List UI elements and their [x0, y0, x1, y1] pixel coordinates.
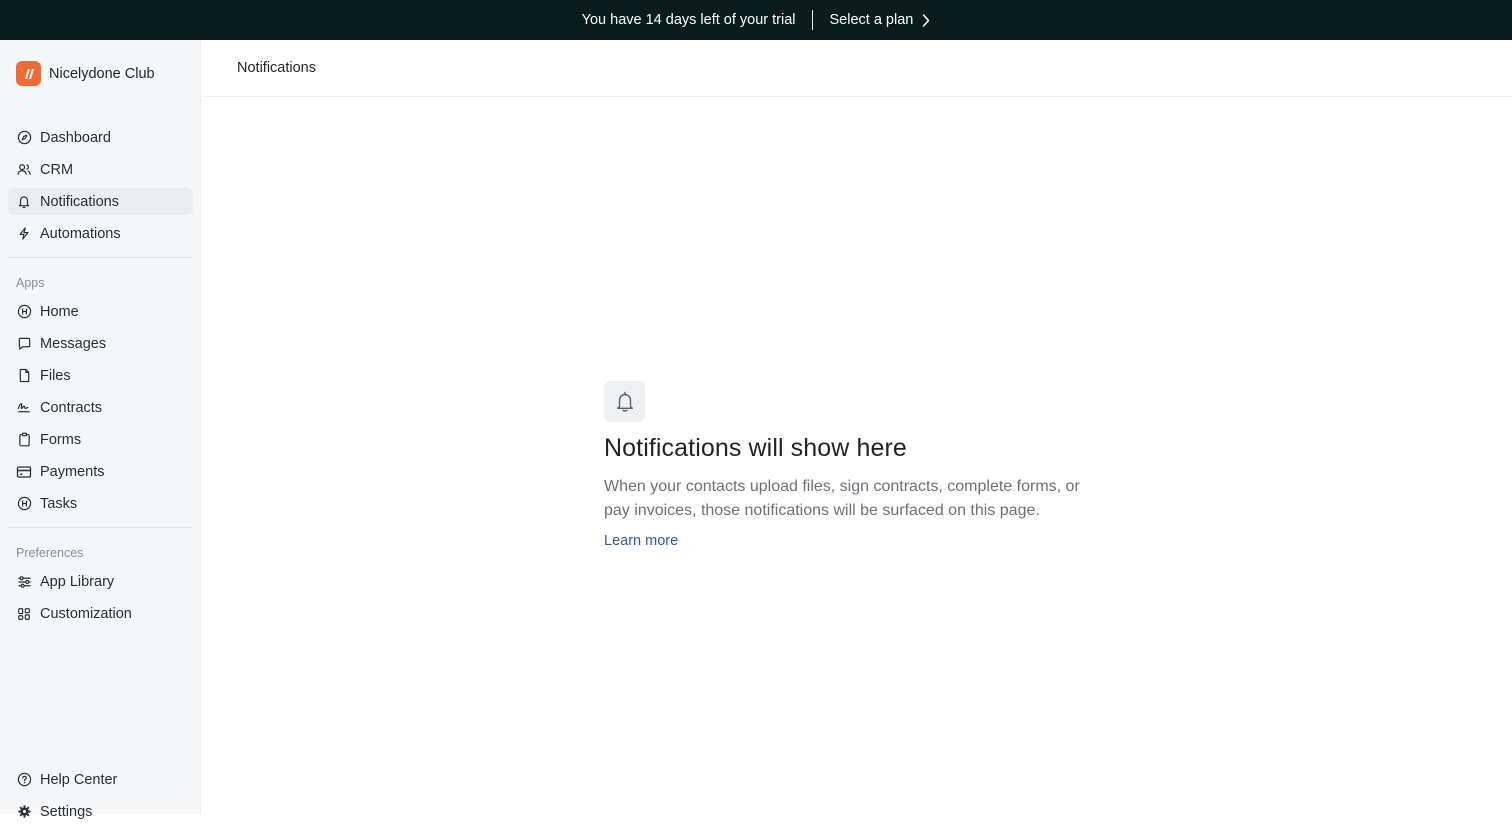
sidebar-item-app-library[interactable]: App Library: [8, 568, 193, 595]
chevron-right-icon: [923, 13, 930, 27]
brand-logo-icon: [16, 61, 41, 86]
sidebar-item-contracts[interactable]: Contracts: [8, 394, 193, 421]
sidebar-item-label: Forms: [40, 431, 82, 448]
sidebar-item-label: Customization: [40, 605, 132, 622]
sidebar-item-crm[interactable]: CRM: [8, 156, 193, 183]
sidebar-item-tasks[interactable]: Tasks: [8, 490, 193, 517]
sidebar-item-label: Automations: [40, 225, 121, 242]
sidebar-item-payments[interactable]: Payments: [8, 458, 193, 485]
compass-icon: [16, 130, 32, 146]
sidebar-item-label: Messages: [40, 335, 107, 352]
page-header: Notifications: [202, 40, 1512, 97]
section-label-preferences: Preferences: [16, 546, 84, 560]
bell-icon: [16, 194, 32, 210]
empty-state-heading: Notifications will show here: [604, 434, 907, 462]
section-label-apps: Apps: [16, 276, 45, 290]
sidebar-item-home[interactable]: Home: [8, 298, 193, 325]
sidebar-item-label: Payments: [40, 463, 105, 480]
trial-banner: You have 14 days left of your trial Sele…: [0, 0, 1512, 40]
sidebar-item-label: Tasks: [40, 495, 78, 512]
signature-icon: [16, 400, 32, 416]
sidebar-item-help-center[interactable]: Help Center: [8, 766, 193, 793]
message-icon: [16, 336, 32, 352]
sidebar-item-label: CRM: [40, 161, 74, 178]
file-icon: [16, 368, 32, 384]
trial-text: You have 14 days left of your trial: [581, 12, 796, 28]
page-title: Notifications: [237, 60, 316, 76]
sidebar-item-customization[interactable]: Customization: [8, 600, 193, 627]
sidebar-item-label: Help Center: [40, 771, 118, 788]
sidebar: Nicelydone Club Dashboard CRM Notificati…: [0, 40, 201, 820]
credit-card-icon: [16, 464, 32, 480]
sidebar-item-label: Dashboard: [40, 129, 111, 146]
empty-state-description: When your contacts upload files, sign co…: [604, 478, 1080, 519]
sidebar-item-label: App Library: [40, 573, 115, 590]
grid-icon: [16, 606, 32, 622]
sidebar-divider: [8, 527, 193, 528]
sidebar-item-dashboard[interactable]: Dashboard: [8, 124, 193, 151]
lightning-icon: [16, 226, 32, 242]
workspace-name: Nicelydone Club: [49, 65, 155, 82]
empty-state-bell-icon: [604, 381, 645, 422]
banner-divider: [811, 10, 813, 30]
workspace-switcher[interactable]: Nicelydone Club: [16, 61, 155, 86]
clipboard-icon: [16, 432, 32, 448]
select-plan-label: Select a plan: [829, 12, 914, 28]
sidebar-item-forms[interactable]: Forms: [8, 426, 193, 453]
sidebar-item-messages[interactable]: Messages: [8, 330, 193, 357]
learn-more-link[interactable]: Learn more: [604, 533, 678, 549]
users-icon: [16, 162, 32, 178]
help-icon: [16, 772, 32, 788]
gear-icon: [16, 804, 32, 820]
sidebar-item-files[interactable]: Files: [8, 362, 193, 389]
sidebar-item-automations[interactable]: Automations: [8, 220, 193, 247]
sidebar-divider: [8, 257, 193, 258]
tasks-icon: [16, 496, 32, 512]
sidebar-item-settings[interactable]: Settings: [8, 798, 193, 825]
sidebar-item-label: Settings: [40, 803, 93, 820]
sliders-icon: [16, 574, 32, 590]
home-app-icon: [16, 304, 32, 320]
empty-state: Notifications will show here When your c…: [604, 381, 1124, 550]
sidebar-item-notifications[interactable]: Notifications: [8, 188, 193, 215]
sidebar-item-label: Contracts: [40, 399, 103, 416]
sidebar-item-label: Home: [40, 303, 79, 320]
sidebar-item-label: Files: [40, 367, 71, 384]
select-plan-link[interactable]: Select a plan: [813, 12, 931, 28]
sidebar-item-label: Notifications: [40, 193, 119, 210]
